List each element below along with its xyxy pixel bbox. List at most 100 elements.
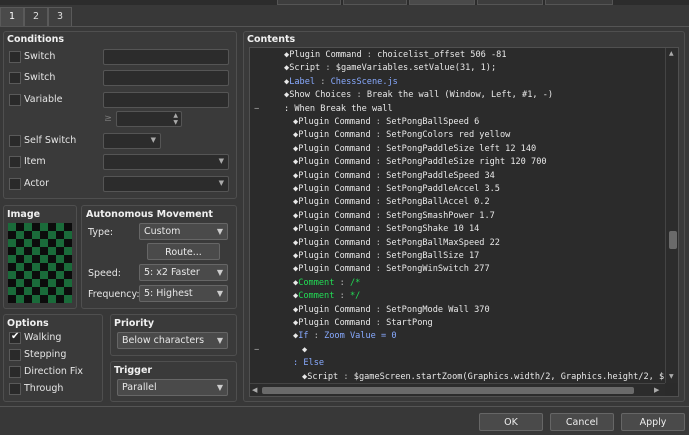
command-separator: : (370, 117, 387, 127)
command-kind: Plugin Command (298, 184, 371, 194)
direction-fix-checkbox[interactable] (9, 366, 21, 378)
command-args: SetPongPaddleSpeed 34 (386, 170, 495, 181)
command-separator: : (370, 237, 387, 248)
command-line[interactable]: ◆If : Zoom Value = 0 (293, 330, 397, 343)
command-line[interactable]: ◆Plugin Command : SetPongBallSpeed 6 (293, 116, 479, 129)
command-line[interactable]: ◆Plugin Command : StartPong (293, 317, 433, 330)
command-line[interactable]: ◆Plugin Command : SetPongPaddleSpeed 34 (293, 170, 495, 183)
command-separator: : (370, 318, 387, 328)
command-line[interactable]: ◆Comment : /* (293, 277, 360, 290)
command-kind: Comment (298, 277, 335, 288)
variable-field[interactable] (103, 92, 229, 108)
command-line[interactable]: ◆Label : ChessScene.js (284, 76, 398, 89)
scroll-right-icon[interactable]: ▶ (654, 386, 659, 394)
collapse-icon[interactable]: − (254, 344, 259, 357)
apply-button[interactable]: Apply (621, 413, 685, 431)
checker-cell (56, 271, 64, 279)
route-button[interactable]: Route... (147, 243, 220, 260)
checker-cell (8, 271, 16, 279)
autonomous-title: Autonomous Movement (86, 209, 213, 220)
command-line[interactable]: ◆Plugin Command : SetPongBallMaxSpeed 22 (293, 237, 500, 250)
command-line[interactable]: ◆Plugin Command : SetPongColors red yell… (293, 129, 510, 142)
command-kind: Plugin Command (298, 117, 371, 127)
type-value: Custom (144, 226, 181, 237)
variable-value-spinner[interactable]: ▲ ▼ (116, 111, 182, 127)
command-line[interactable]: ◆Script : $gameVariables.setValue(31, 1)… (284, 62, 496, 75)
scroll-up-icon[interactable]: ▲ (669, 50, 674, 57)
image-title: Image (7, 209, 41, 220)
contents-list[interactable]: ◆ Plugin Command : choicelist_offset 506 … (249, 47, 679, 397)
command-line[interactable]: ◆Plugin Command : SetPongBallAccel 0.2 (293, 196, 490, 209)
command-line[interactable]: ◆Comment : */ (293, 290, 360, 303)
walking-checkbox[interactable] (9, 332, 21, 344)
vertical-scroll-thumb[interactable] (669, 231, 677, 249)
command-line[interactable]: ◆Plugin Command : SetPongMode Wall 370 (293, 304, 490, 317)
spinner-up-icon[interactable]: ▲ (173, 112, 178, 119)
item-select[interactable]: ▼ (103, 154, 229, 170)
command-line[interactable]: ◆Plugin Command : SetPongSmashPower 1.7 (293, 210, 495, 223)
command-kind: Plugin Command (289, 50, 362, 60)
checker-cell (8, 287, 16, 295)
command-line[interactable]: ◆Plugin Command : SetPongPaddleSize righ… (293, 156, 547, 169)
command-line[interactable]: ◆Plugin Command : SetPongShake 10 14 (293, 223, 479, 236)
command-line[interactable]: ◆Show Choices : Break the wall (Window, … (284, 89, 553, 102)
variable-label: Variable (24, 94, 63, 105)
command-line[interactable]: ◆Plugin Command : choicelist_offset 506 … (284, 49, 507, 62)
self-switch-checkbox[interactable] (9, 135, 21, 147)
checker-cell (40, 287, 48, 295)
cancel-button[interactable]: Cancel (550, 413, 614, 431)
checker-cell (56, 255, 64, 263)
checker-cell (64, 295, 72, 303)
command-line[interactable]: : Else (293, 357, 324, 370)
scroll-left-icon[interactable]: ◀ (252, 386, 257, 394)
command-line[interactable]: ◆Plugin Command : SetPongPaddleSize left… (293, 143, 536, 156)
command-kind: Script (307, 371, 339, 382)
command-line[interactable]: ◆Plugin Command : SetPongWinSwitch 277 (293, 263, 490, 276)
command-line[interactable]: ◆Script : $gameScreen.startZoom(Graphics… (302, 371, 664, 382)
tab-2[interactable]: 2 (24, 7, 48, 26)
command-args: SetPongSmashPower 1.7 (386, 210, 495, 221)
checker-cell (8, 239, 16, 247)
stepping-checkbox[interactable] (9, 349, 21, 361)
trigger-select[interactable]: Parallel ▼ (117, 379, 228, 396)
ok-button[interactable]: OK (479, 413, 543, 431)
command-kind: Plugin Command (298, 157, 371, 168)
event-command-list[interactable]: ◆ Plugin Command : choicelist_offset 506 … (250, 49, 664, 382)
tab-3[interactable]: 3 (48, 7, 72, 26)
tab-1[interactable]: 1 (0, 7, 24, 26)
command-line[interactable]: ◆ (302, 344, 307, 357)
command-separator: : (370, 197, 387, 208)
command-line[interactable]: : When Break the wall (284, 103, 393, 116)
actor-select[interactable]: ▼ (103, 176, 229, 192)
collapse-icon[interactable]: − (254, 103, 259, 116)
self-switch-select[interactable]: ▼ (103, 133, 161, 149)
switch2-field[interactable] (103, 70, 229, 86)
chevron-down-icon: ▼ (150, 136, 156, 144)
horizontal-scroll-thumb[interactable] (262, 387, 634, 394)
variable-checkbox[interactable] (9, 94, 21, 106)
scroll-down-icon[interactable]: ▼ (669, 373, 674, 380)
type-select[interactable]: Custom ▼ (139, 223, 228, 240)
frequency-select[interactable]: 5: Highest ▼ (139, 285, 228, 302)
vertical-scrollbar[interactable]: ▲ ▼ (665, 48, 678, 383)
branch-label: : When Break the wall (284, 103, 393, 114)
spinner-down-icon[interactable]: ▼ (173, 119, 178, 126)
command-line[interactable]: ◆Plugin Command : SetPongPaddleAccel 3.5 (293, 183, 500, 196)
switch1-field[interactable] (103, 49, 229, 65)
priority-select[interactable]: Below characters ▼ (117, 332, 228, 349)
priority-title: Priority (114, 318, 155, 329)
command-line[interactable]: ◆Plugin Command : SetPongBallSize 17 (293, 250, 479, 263)
command-args: Zoom Value = 0 (324, 331, 397, 342)
speed-select[interactable]: 5: x2 Faster ▼ (139, 264, 228, 281)
chevron-down-icon: ▼ (216, 289, 223, 298)
command-args: SetPongShake 10 14 (386, 224, 480, 235)
item-checkbox[interactable] (9, 156, 21, 168)
through-checkbox[interactable] (9, 383, 21, 395)
switch2-checkbox[interactable] (9, 72, 21, 84)
horizontal-scrollbar[interactable]: ◀ ▶ (250, 383, 665, 396)
actor-checkbox[interactable] (9, 178, 21, 190)
event-image-preview[interactable] (8, 223, 72, 303)
switch1-checkbox[interactable] (9, 51, 21, 63)
checker-cell (48, 279, 56, 287)
command-separator: : (334, 277, 350, 288)
